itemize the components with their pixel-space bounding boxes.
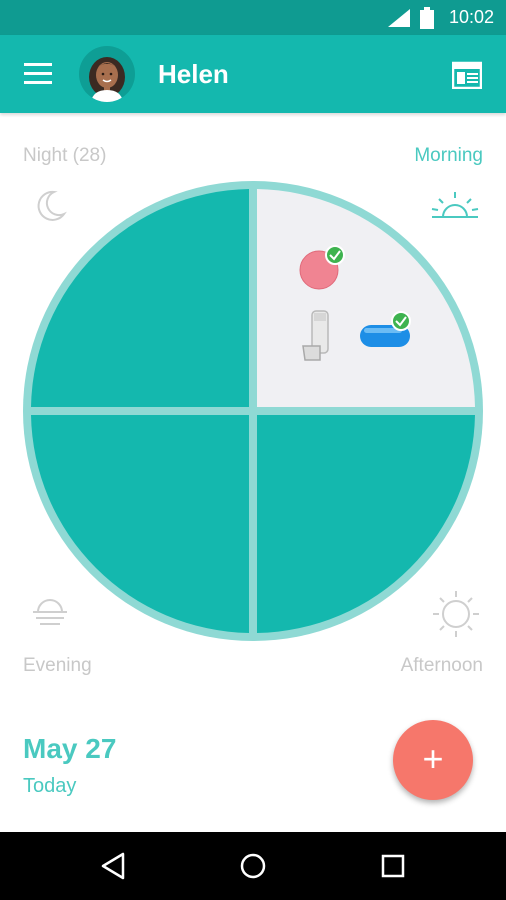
- status-time: 10:02: [448, 7, 494, 27]
- menu-icon[interactable]: [24, 63, 54, 85]
- pill-clock: [23, 181, 483, 641]
- calendar-icon[interactable]: [452, 61, 482, 89]
- evening-label: Evening: [23, 655, 92, 676]
- quadrant-morning[interactable]: [257, 189, 475, 407]
- user-name: Helen: [158, 59, 229, 89]
- quadrant-afternoon[interactable]: [257, 415, 475, 633]
- system-nav-bar: [0, 832, 506, 900]
- avatar-face-icon: [89, 57, 125, 102]
- avatar[interactable]: [79, 46, 135, 102]
- back-icon[interactable]: [95, 848, 131, 884]
- morning-label[interactable]: Morning: [414, 145, 483, 167]
- date-subtitle: Today: [23, 775, 77, 797]
- quadrant-evening[interactable]: [31, 415, 249, 633]
- date-title[interactable]: May 27: [23, 733, 116, 765]
- check-icon: [325, 245, 345, 265]
- app-bar: Helen: [0, 35, 506, 113]
- signal-icon: [388, 9, 410, 27]
- check-icon: [391, 311, 411, 331]
- night-label: Night (28): [23, 145, 107, 166]
- status-bar: 10:02: [0, 0, 506, 35]
- afternoon-label: Afternoon: [400, 655, 483, 676]
- recents-icon[interactable]: [375, 848, 411, 884]
- home-icon[interactable]: [235, 848, 271, 884]
- quadrant-night[interactable]: [31, 189, 249, 407]
- battery-icon: [420, 7, 434, 29]
- add-medication-button[interactable]: +: [393, 720, 473, 800]
